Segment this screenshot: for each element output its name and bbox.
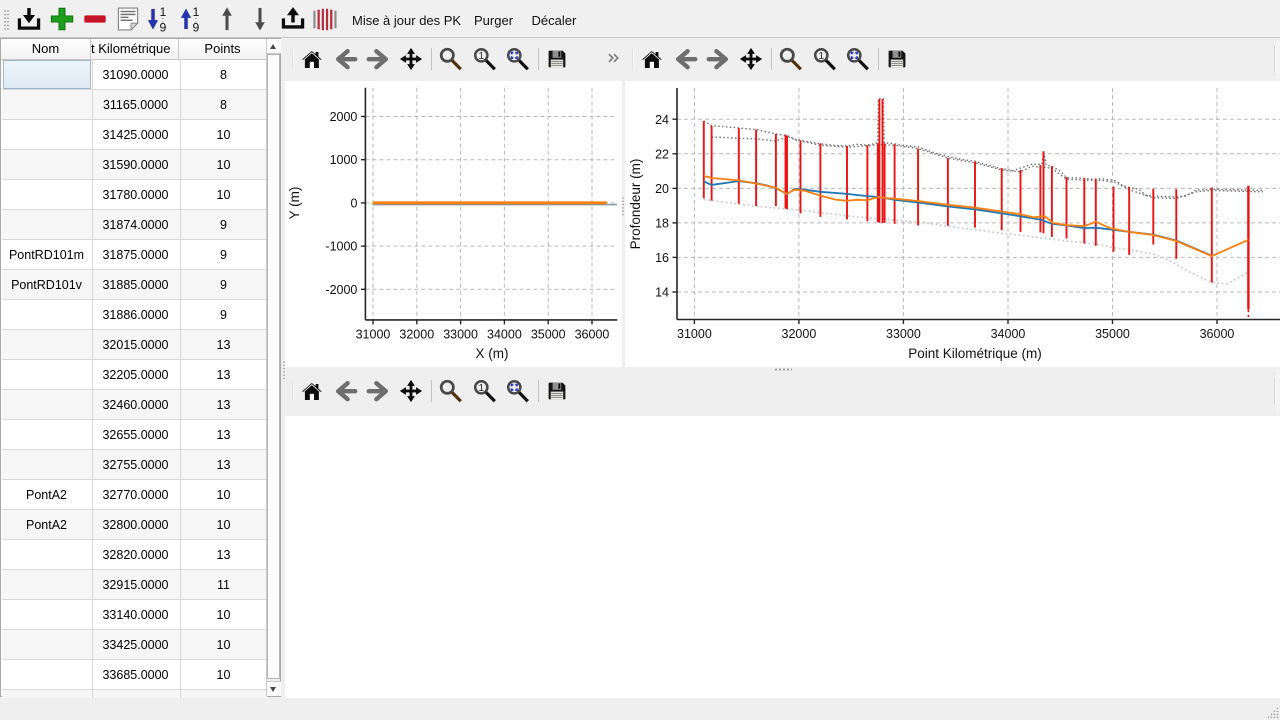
svg-text:33000: 33000 bbox=[886, 327, 921, 341]
svg-text:31000: 31000 bbox=[677, 327, 712, 341]
svg-text:18: 18 bbox=[655, 216, 669, 230]
svg-text:-2000: -2000 bbox=[325, 283, 357, 297]
svg-text:35000: 35000 bbox=[1095, 327, 1130, 341]
svg-text:Profondeur (m): Profondeur (m) bbox=[628, 159, 643, 250]
svg-text:16: 16 bbox=[655, 251, 669, 265]
svg-text:0: 0 bbox=[350, 196, 357, 210]
svg-text:36000: 36000 bbox=[1200, 327, 1235, 341]
svg-text:24: 24 bbox=[655, 113, 669, 127]
svg-text:31000: 31000 bbox=[356, 328, 391, 342]
svg-text:20: 20 bbox=[655, 182, 669, 196]
svg-text:14: 14 bbox=[655, 286, 669, 300]
svg-text:-1000: -1000 bbox=[325, 240, 357, 254]
svg-text:1000: 1000 bbox=[330, 153, 358, 167]
svg-text:2000: 2000 bbox=[330, 110, 358, 124]
svg-text:22: 22 bbox=[655, 147, 669, 161]
svg-text:X (m): X (m) bbox=[476, 346, 509, 361]
svg-text:Y (m): Y (m) bbox=[287, 187, 302, 220]
svg-text:34000: 34000 bbox=[991, 327, 1026, 341]
svg-text:36000: 36000 bbox=[575, 328, 610, 342]
svg-text:32000: 32000 bbox=[782, 327, 817, 341]
svg-text:33000: 33000 bbox=[443, 328, 478, 342]
svg-text:32000: 32000 bbox=[399, 328, 434, 342]
svg-text:Point Kilométrique (m): Point Kilométrique (m) bbox=[908, 346, 1042, 361]
svg-text:35000: 35000 bbox=[531, 328, 566, 342]
svg-text:34000: 34000 bbox=[487, 328, 522, 342]
